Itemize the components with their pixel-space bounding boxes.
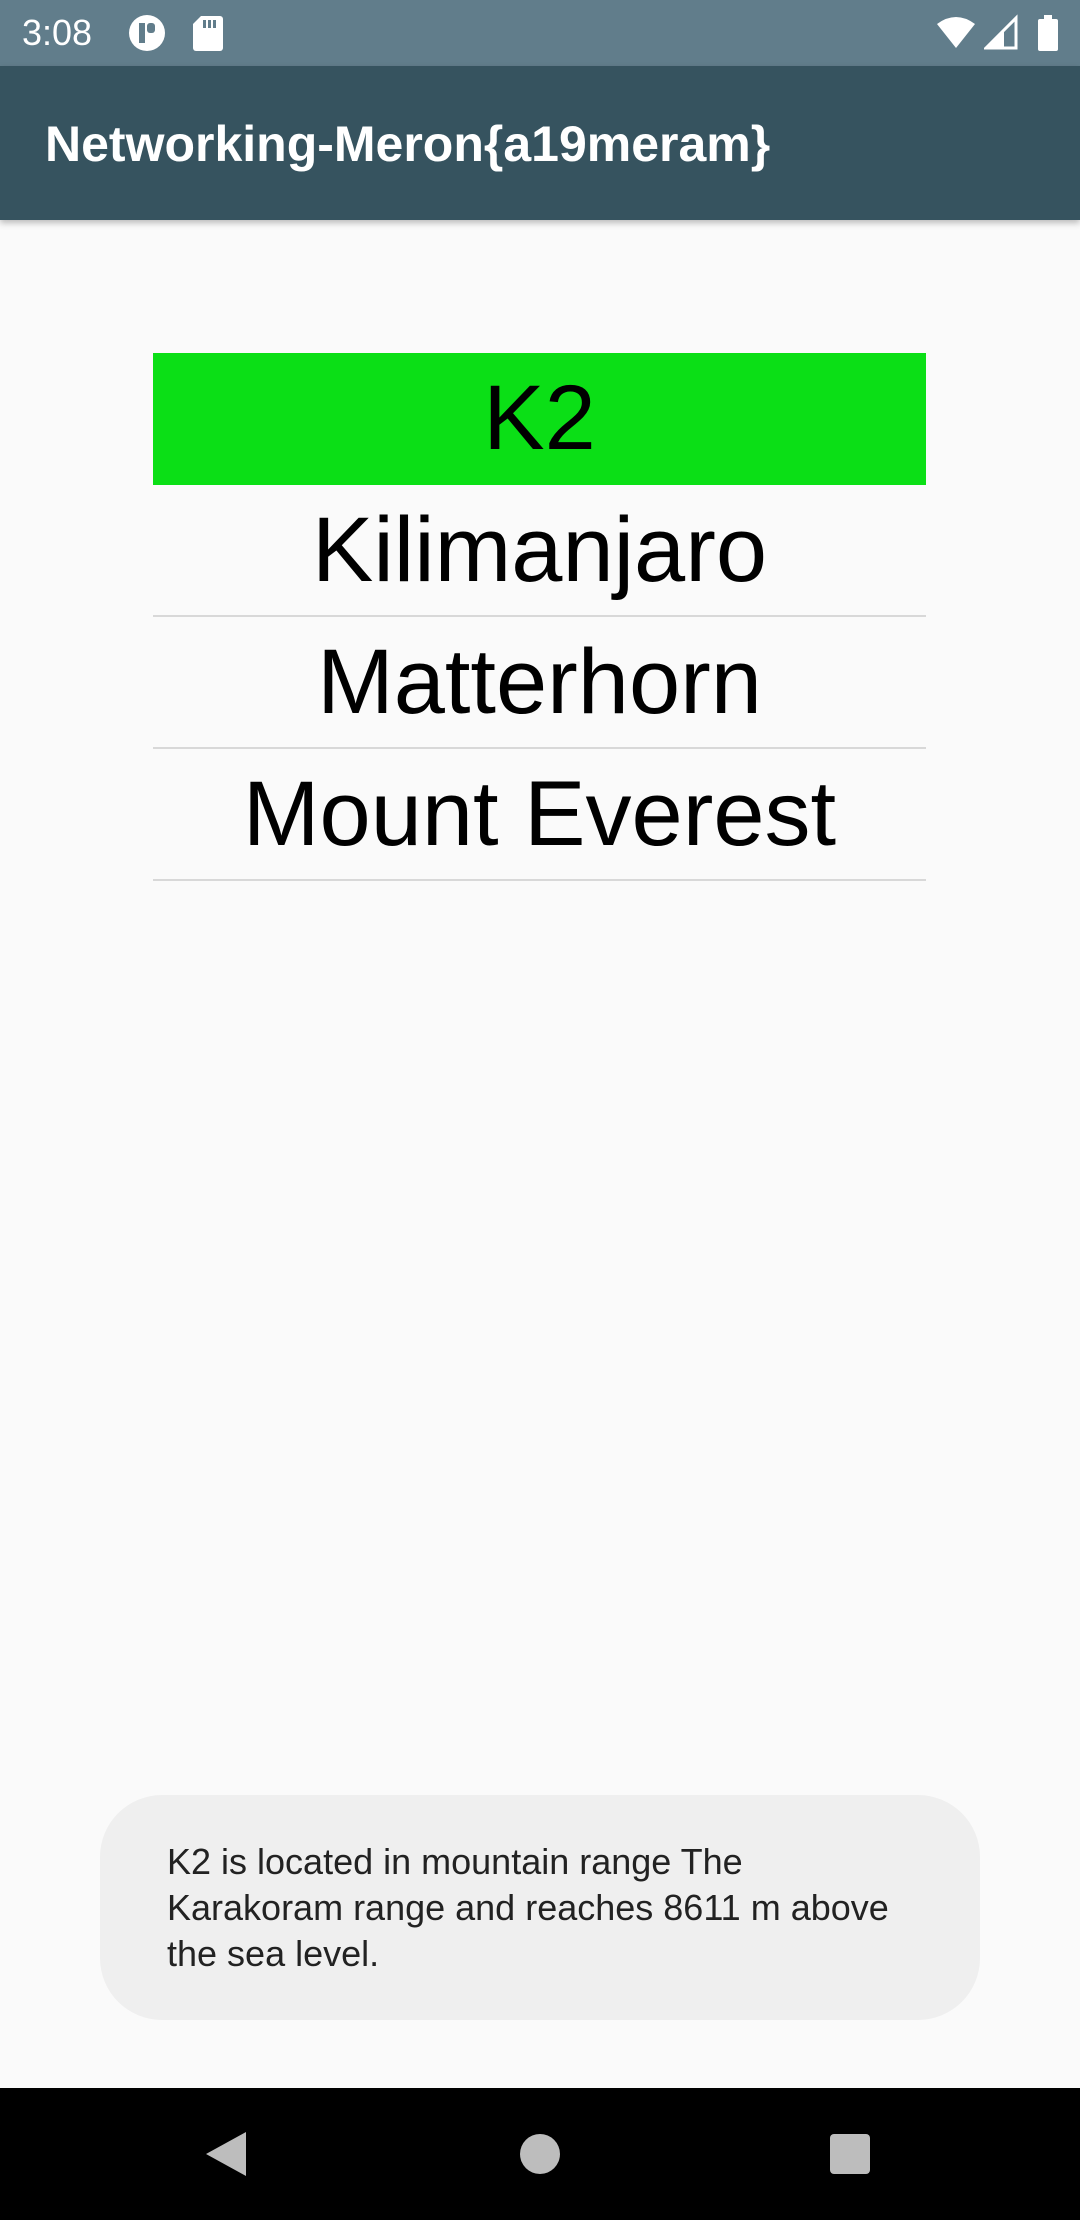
toast-message: K2 is located in mountain range The Kara… xyxy=(100,1795,980,2020)
recents-icon[interactable] xyxy=(824,2128,876,2180)
list-item-matterhorn[interactable]: Matterhorn xyxy=(153,617,926,749)
app-notification-icon xyxy=(129,15,165,51)
mountain-list: K2 Kilimanjaro Matterhorn Mount Everest xyxy=(153,353,926,881)
android-screen: 3:08 Networking-Meron{a19meram} K2 Kilim… xyxy=(0,0,1080,2220)
app-bar: Networking-Meron{a19meram} xyxy=(0,66,1080,220)
list-item-mount-everest[interactable]: Mount Everest xyxy=(153,749,926,881)
list-item-kilimanjaro[interactable]: Kilimanjaro xyxy=(153,485,926,617)
navigation-bar xyxy=(0,2088,1080,2220)
sd-card-icon xyxy=(193,16,223,51)
battery-icon xyxy=(1038,15,1058,51)
status-time: 3:08 xyxy=(22,12,93,53)
wifi-icon xyxy=(937,17,975,48)
list-item-k2[interactable]: K2 xyxy=(153,353,926,485)
back-icon[interactable] xyxy=(200,2128,252,2180)
status-bar: 3:08 xyxy=(0,0,1080,66)
home-icon[interactable] xyxy=(514,2128,566,2180)
cell-signal-icon xyxy=(984,14,1018,50)
toast-text: K2 is located in mountain range The Kara… xyxy=(167,1841,889,1974)
app-title: Networking-Meron{a19meram} xyxy=(45,116,771,172)
